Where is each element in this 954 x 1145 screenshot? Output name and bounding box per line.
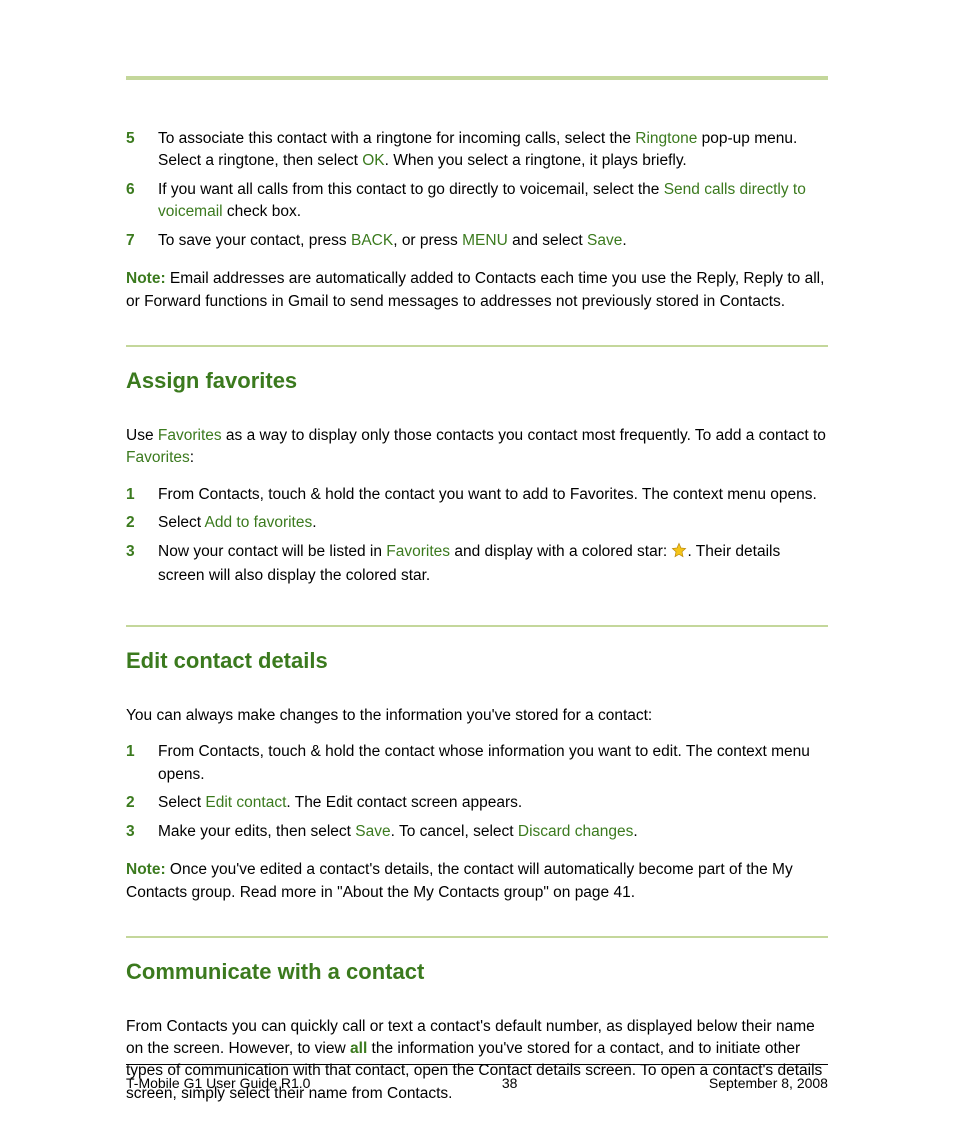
numbered-list-favorites: 1 From Contacts, touch & hold the contac… <box>126 484 828 594</box>
heading-edit-contact-details: Edit contact details <box>126 645 828 677</box>
footer-rule <box>126 1064 828 1065</box>
step-number: 3 <box>126 541 158 594</box>
list-item: 5 To associate this contact with a ringt… <box>126 128 828 179</box>
step-text: To associate this contact with a rington… <box>158 128 828 179</box>
keyword-back: BACK <box>351 232 393 249</box>
text: Select <box>158 794 205 811</box>
keyword-favorites: Favorites <box>386 543 450 560</box>
step-number: 3 <box>126 821 158 849</box>
text: check box. <box>223 203 301 220</box>
keyword-ok: OK <box>362 152 384 169</box>
text: Use <box>126 427 158 444</box>
list-item: 7 To save your contact, press BACK, or p… <box>126 230 828 258</box>
keyword-favorites: Favorites <box>158 427 222 444</box>
keyword-save: Save <box>587 232 622 249</box>
page-footer: T-Mobile G1 User Guide R1.0 38 September… <box>126 1064 828 1093</box>
top-rule <box>126 76 828 80</box>
section-rule <box>126 625 828 627</box>
numbered-list-edit: 1 From Contacts, touch & hold the contac… <box>126 741 828 849</box>
heading-assign-favorites: Assign favorites <box>126 365 828 397</box>
text: , or press <box>393 232 462 249</box>
text: and display with a colored star: <box>450 543 671 560</box>
step-number: 1 <box>126 741 158 792</box>
step-number: 5 <box>126 128 158 179</box>
text: . <box>633 823 637 840</box>
footer-title: T-Mobile G1 User Guide R1.0 <box>126 1073 310 1093</box>
list-item: 3 Now your contact will be listed in Fav… <box>126 541 828 594</box>
step-number: 2 <box>126 512 158 540</box>
text: . <box>312 514 316 531</box>
step-text: Select Add to favorites. <box>158 512 828 540</box>
note-paragraph: Note: Email addresses are automatically … <box>126 268 828 313</box>
keyword-save: Save <box>355 823 390 840</box>
step-number: 7 <box>126 230 158 258</box>
keyword-discard-changes: Discard changes <box>518 823 633 840</box>
text: . When you select a ringtone, it plays b… <box>385 152 687 169</box>
text: Make your edits, then select <box>158 823 355 840</box>
note-text: Email addresses are automatically added … <box>126 270 824 309</box>
keyword-menu: MENU <box>462 232 508 249</box>
note-label: Note: <box>126 861 166 878</box>
note-paragraph: Note: Once you've edited a contact's det… <box>126 859 828 904</box>
list-item: 1 From Contacts, touch & hold the contac… <box>126 484 828 512</box>
keyword-add-to-favorites: Add to favorites <box>205 514 313 531</box>
keyword-edit-contact: Edit contact <box>205 794 286 811</box>
intro-paragraph: Use Favorites as a way to display only t… <box>126 425 828 470</box>
list-item: 1 From Contacts, touch & hold the contac… <box>126 741 828 792</box>
text: . The Edit contact screen appears. <box>286 794 522 811</box>
intro-paragraph: You can always make changes to the infor… <box>126 705 828 727</box>
step-text: Select Edit contact. The Edit contact sc… <box>158 792 828 820</box>
heading-communicate-contact: Communicate with a contact <box>126 956 828 988</box>
section-rule <box>126 345 828 347</box>
step-text: From Contacts, touch & hold the contact … <box>158 484 828 512</box>
text: Select <box>158 514 205 531</box>
note-text: Once you've edited a contact's details, … <box>126 861 793 900</box>
text: Now your contact will be listed in <box>158 543 386 560</box>
step-text: Make your edits, then select Save. To ca… <box>158 821 828 849</box>
text: : <box>190 449 194 466</box>
text: To associate this contact with a rington… <box>158 130 635 147</box>
list-item: 6 If you want all calls from this contac… <box>126 179 828 230</box>
text: and select <box>508 232 587 249</box>
step-number: 6 <box>126 179 158 230</box>
star-icon <box>671 542 687 565</box>
document-page: 5 To associate this contact with a ringt… <box>0 0 954 1145</box>
step-text: If you want all calls from this contact … <box>158 179 828 230</box>
keyword-favorites: Favorites <box>126 449 190 466</box>
list-item: 3 Make your edits, then select Save. To … <box>126 821 828 849</box>
keyword-all: all <box>350 1040 367 1057</box>
section-rule <box>126 936 828 938</box>
text: as a way to display only those contacts … <box>222 427 826 444</box>
step-number: 2 <box>126 792 158 820</box>
note-label: Note: <box>126 270 166 287</box>
text: To save your contact, press <box>158 232 351 249</box>
list-item: 2 Select Edit contact. The Edit contact … <box>126 792 828 820</box>
text: . To cancel, select <box>391 823 518 840</box>
footer-page-number: 38 <box>502 1073 518 1093</box>
list-item: 2 Select Add to favorites. <box>126 512 828 540</box>
footer-date: September 8, 2008 <box>709 1073 828 1093</box>
footer-row: T-Mobile G1 User Guide R1.0 38 September… <box>126 1073 828 1093</box>
step-text: From Contacts, touch & hold the contact … <box>158 741 828 792</box>
numbered-list-top: 5 To associate this contact with a ringt… <box>126 128 828 258</box>
text: . <box>622 232 626 249</box>
step-text: Now your contact will be listed in Favor… <box>158 541 828 594</box>
step-text: To save your contact, press BACK, or pre… <box>158 230 828 258</box>
keyword-ringtone: Ringtone <box>635 130 697 147</box>
step-number: 1 <box>126 484 158 512</box>
text: If you want all calls from this contact … <box>158 181 664 198</box>
